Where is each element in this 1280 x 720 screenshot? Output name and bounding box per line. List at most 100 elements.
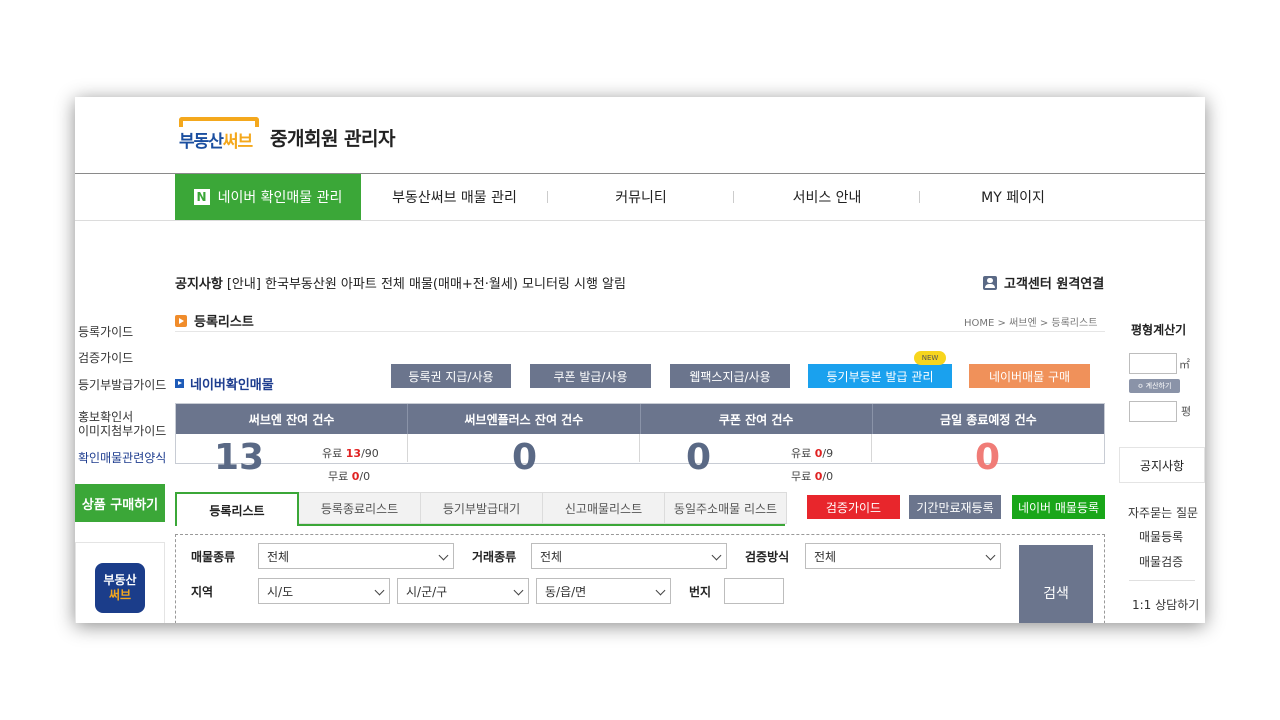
- stat-header-expiring: 금일 종료예정 건수: [940, 412, 1037, 427]
- sidebar-link-register-guide[interactable]: 등록가이드: [78, 325, 133, 340]
- property-type-select[interactable]: 전체: [258, 543, 454, 569]
- expired-reregister-button[interactable]: 기간만료재등록: [909, 495, 1001, 519]
- sidebar-link-forms[interactable]: 확인매물관련양식: [78, 451, 166, 466]
- stat-header-serve-plus: 써브엔플러스 잔여 건수: [408, 404, 641, 434]
- dong-value: 동/읍/면: [545, 584, 587, 599]
- notice-bar[interactable]: 공지사항 [안내] 한국부동산원 아파트 전체 매물(매매+전·월세) 모니터링 …: [175, 273, 626, 292]
- section-divider: [175, 331, 1105, 332]
- serve-paid-max: /90: [361, 447, 379, 460]
- naver-purchase-button[interactable]: 네이버매물 구매: [969, 364, 1090, 388]
- coupon-paid-line: 유료 0/9: [791, 445, 833, 461]
- verify-help-link[interactable]: 매물검증: [1139, 553, 1183, 570]
- deal-type-value: 전체: [540, 549, 563, 564]
- naver-n-icon: N: [193, 189, 210, 205]
- square-meter-input[interactable]: [1129, 353, 1177, 374]
- stat-divider: [407, 434, 408, 462]
- arrow-right-icon: [175, 314, 187, 327]
- tab-same-address-list[interactable]: 동일주소매물 리스트: [665, 492, 787, 524]
- nav-label: 네이버 확인매물 관리: [217, 190, 343, 206]
- logo-roof-icon: [179, 117, 259, 127]
- free-label: 무료: [328, 470, 349, 483]
- nav-label: 커뮤니티: [615, 190, 667, 206]
- serve-plus-total-count: 0: [512, 437, 538, 478]
- tab-register-list[interactable]: 등록리스트: [175, 492, 299, 526]
- unit-pyeong: 평: [1181, 405, 1192, 418]
- arrow-right-icon: [175, 379, 184, 388]
- webfax-button[interactable]: 웹팩스지급/사용: [670, 364, 790, 388]
- sidebar-link-verify-guide[interactable]: 검증가이드: [78, 351, 133, 366]
- naver-listings-subtitle-text: 네이버확인매물: [190, 378, 274, 393]
- tab-registry-pending[interactable]: 등기부발급대기: [421, 492, 543, 524]
- verify-method-select[interactable]: 전체: [805, 543, 1001, 569]
- person-icon: [983, 275, 997, 290]
- chevron-down-icon: [711, 550, 722, 561]
- page-title: 중개회원 관리자: [270, 128, 395, 150]
- sido-select[interactable]: 시/도: [258, 578, 390, 604]
- sidebar-link-promo-cert[interactable]: 홍보확인서: [78, 410, 133, 425]
- remote-support-link[interactable]: 고객센터 원격연결: [983, 273, 1104, 292]
- verify-method-label: 검증방식: [745, 550, 790, 564]
- deal-type-select[interactable]: 전체: [531, 543, 727, 569]
- app-promo-box[interactable]: 부동산 써브: [75, 542, 165, 623]
- notice-text[interactable]: [안내] 한국부동산원 아파트 전체 매물(매매+전·월세) 모니터링 시행 알…: [227, 277, 626, 292]
- chevron-down-icon: [655, 585, 666, 596]
- tab-underline: [299, 524, 785, 526]
- new-badge: NEW: [914, 351, 946, 365]
- unit-m2: ㎡: [1179, 358, 1190, 371]
- serve-total-count: 13: [214, 437, 265, 478]
- nav-naver-listings[interactable]: N 네이버 확인매물 관리: [175, 174, 361, 220]
- section-title: 등록리스트: [175, 311, 254, 330]
- faq-link[interactable]: 자주묻는 질문: [1128, 504, 1198, 521]
- pyeong-calculator-title: 평형계산기: [1131, 323, 1187, 337]
- register-help-link[interactable]: 매물등록: [1139, 528, 1183, 545]
- tab-ended-list[interactable]: 등록종료리스트: [299, 492, 421, 524]
- notice-label: 공지사항: [175, 277, 223, 292]
- property-type-label: 매물종류: [191, 550, 236, 564]
- stat-divider: [639, 434, 640, 462]
- main-nav: N 네이버 확인매물 관리 부동산써브 매물 관리 커뮤니티 서비스 안내 MY…: [175, 174, 1205, 220]
- nav-community[interactable]: 커뮤니티: [548, 174, 734, 220]
- app-logo-icon: 부동산 써브: [95, 563, 145, 613]
- nav-my-page[interactable]: MY 페이지: [920, 174, 1106, 220]
- lot-number-input[interactable]: [724, 578, 784, 604]
- coupon-paid-max: /9: [822, 447, 834, 460]
- register-pass-button[interactable]: 등록권 지급/사용: [391, 364, 511, 388]
- nav-label: 서비스 안내: [792, 190, 862, 206]
- nav-service-info[interactable]: 서비스 안내: [734, 174, 920, 220]
- serve-free-line: 무료 0/0: [328, 468, 370, 484]
- buy-product-button[interactable]: 상품 구매하기: [75, 484, 165, 522]
- section-title-text: 등록리스트: [194, 315, 254, 330]
- list-tabs: 등록리스트 등록종료리스트 등기부발급대기 신고매물리스트 동일주소매물 리스트: [175, 492, 787, 526]
- chevron-down-icon: [513, 585, 524, 596]
- property-type-value: 전체: [267, 549, 290, 564]
- sigungu-select[interactable]: 시/군/구: [397, 578, 529, 604]
- sigungu-value: 시/군/구: [406, 584, 448, 599]
- pyeong-input[interactable]: [1129, 401, 1177, 422]
- breadcrumb: HOME > 써브엔 > 등록리스트: [964, 318, 1098, 329]
- site-logo[interactable]: 부동산써브: [177, 117, 261, 152]
- right-notice-link[interactable]: 공지사항: [1119, 447, 1205, 483]
- stat-header-serve: 써브엔 잔여 건수: [176, 404, 409, 434]
- verify-method-value: 전체: [814, 549, 837, 564]
- logo-text-2: 써브: [222, 132, 253, 152]
- registry-copy-button[interactable]: 등기부등본 발급 관리: [808, 364, 952, 388]
- coupon-button[interactable]: 쿠폰 발급/사용: [530, 364, 651, 388]
- stat-divider: [871, 434, 872, 462]
- one-on-one-link[interactable]: 1:1 상담하기: [1132, 596, 1199, 613]
- search-button[interactable]: 검색: [1019, 545, 1093, 623]
- calculate-button[interactable]: ≎ 계산하기: [1129, 379, 1180, 393]
- coupon-total-count: 0: [686, 437, 712, 478]
- dong-select[interactable]: 동/읍/면: [536, 578, 671, 604]
- sidebar-link-registry-guide[interactable]: 등기부발급가이드: [78, 378, 166, 393]
- coupon-free-max: /0: [822, 470, 834, 483]
- verify-guide-button[interactable]: 검증가이드: [807, 495, 900, 519]
- region-label: 지역: [191, 585, 214, 599]
- chevron-down-icon: [985, 550, 996, 561]
- nav-serve-listings[interactable]: 부동산써브 매물 관리: [361, 174, 548, 220]
- serve-free-max: /0: [359, 470, 371, 483]
- lot-number-label: 번지: [689, 585, 712, 599]
- sidebar-link-image-guide[interactable]: 이미지첨부가이드: [78, 424, 166, 439]
- tab-reported-list[interactable]: 신고매물리스트: [543, 492, 665, 524]
- naver-register-button[interactable]: 네이버 매물등록: [1012, 495, 1105, 519]
- logo-text-1: 부동산: [179, 132, 224, 152]
